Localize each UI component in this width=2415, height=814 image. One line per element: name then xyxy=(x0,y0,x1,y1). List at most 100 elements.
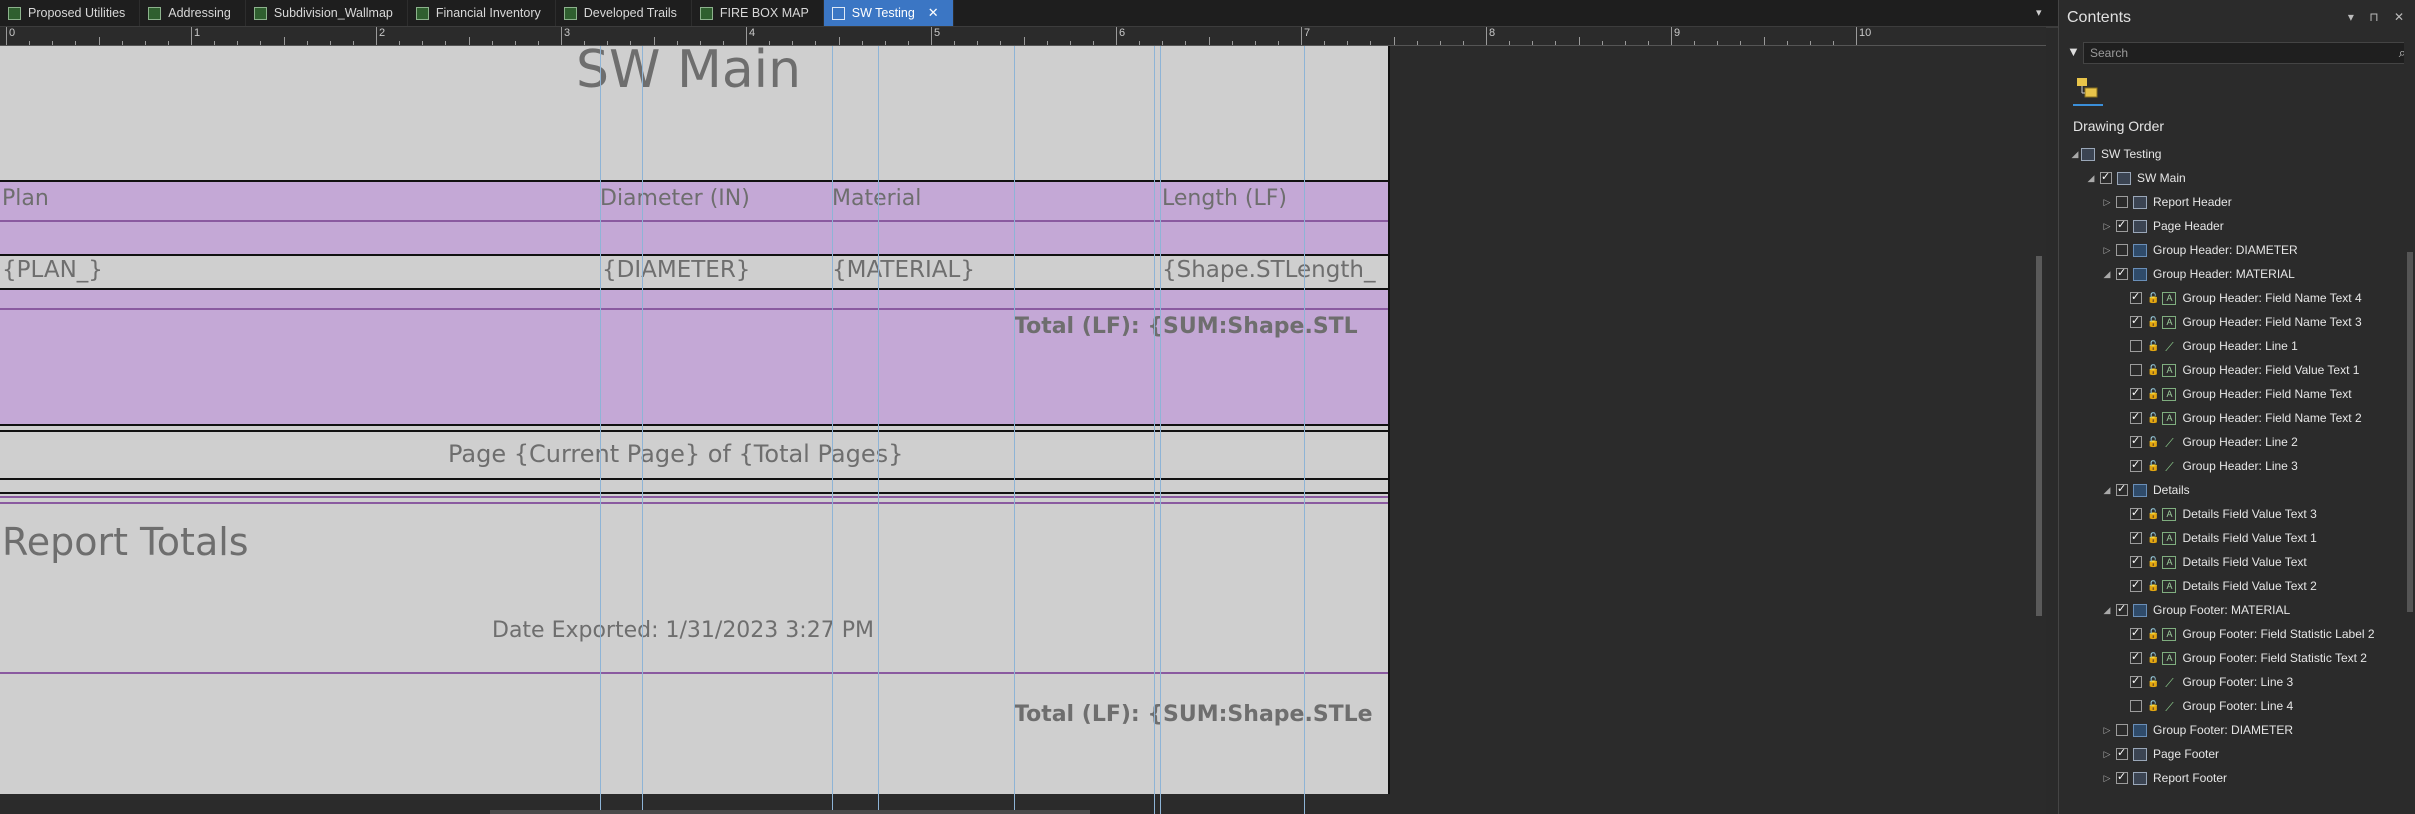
tree-item[interactable]: ▷ Group Header: DIAMETER xyxy=(2101,240,2298,260)
tree-item[interactable]: 🔓A Group Header: Field Name Text 2 xyxy=(2115,408,2362,428)
visibility-checkbox[interactable] xyxy=(2130,434,2142,448)
report-total-statistic[interactable]: Total (LF): {SUM:Shape.STLe xyxy=(1014,702,1373,727)
tab-list-menu-icon[interactable]: ▾ xyxy=(2036,6,2042,19)
tree-item[interactable]: ▷ Report Header xyxy=(2101,192,2232,212)
tab-close-icon[interactable]: ✕ xyxy=(928,5,939,21)
expand-icon[interactable]: ▷ xyxy=(2101,749,2113,760)
lock-icon[interactable]: 🔓 xyxy=(2147,629,2159,640)
lock-icon[interactable]: 🔓 xyxy=(2147,365,2159,376)
tree-item[interactable]: ▷ Group Footer: DIAMETER xyxy=(2101,720,2294,740)
tree-item[interactable]: ▷ Page Footer xyxy=(2101,744,2220,764)
tab-financial-inventory[interactable]: Financial Inventory xyxy=(408,0,556,26)
layout-guide[interactable] xyxy=(1160,46,1161,814)
collapse-icon[interactable]: ◢ xyxy=(2101,605,2113,616)
layout-guide[interactable] xyxy=(600,46,601,814)
scrollbar-thumb[interactable] xyxy=(2407,252,2413,612)
tree-item[interactable]: 🔓 ⟋ Group Footer: Line 4 xyxy=(2115,696,2293,716)
date-exported-text[interactable]: Date Exported: 1/31/2023 3:27 PM xyxy=(492,618,874,643)
field-value-material[interactable]: {MATERIAL} xyxy=(832,257,975,283)
lock-icon[interactable]: 🔓 xyxy=(2147,653,2159,664)
visibility-checkbox[interactable] xyxy=(2130,530,2142,544)
pane-window-controls[interactable]: ▾ ⊓ ✕ xyxy=(2348,10,2410,24)
lock-icon[interactable]: 🔓 xyxy=(2147,413,2159,424)
tree-item[interactable]: ◢ SW Main xyxy=(2085,168,2186,188)
contents-search-input[interactable]: Search xyxy=(2083,42,2405,64)
visibility-checkbox[interactable] xyxy=(2130,650,2142,664)
drawing-order-icon[interactable] xyxy=(2075,76,2101,100)
tree-item[interactable]: ▷ Page Header xyxy=(2101,216,2224,236)
collapse-icon[interactable]: ◢ xyxy=(2069,149,2081,160)
tree-item[interactable]: 🔓 ⟋ Group Header: Line 1 xyxy=(2115,336,2298,356)
visibility-checkbox[interactable] xyxy=(2130,290,2142,304)
visibility-checkbox[interactable] xyxy=(2130,674,2142,688)
visibility-checkbox[interactable] xyxy=(2116,602,2128,616)
visibility-checkbox[interactable] xyxy=(2130,314,2142,328)
tab-fire-box-map[interactable]: FIRE BOX MAP xyxy=(692,0,824,26)
layout-guide[interactable] xyxy=(832,46,833,814)
layout-guide[interactable] xyxy=(1014,46,1015,814)
tree-item[interactable]: 🔓A Details Field Value Text 2 xyxy=(2115,576,2317,596)
column-header-diameter[interactable]: Diameter (IN) xyxy=(600,186,750,211)
lock-icon[interactable]: 🔓 xyxy=(2147,293,2159,304)
lock-icon[interactable]: 🔓 xyxy=(2147,461,2159,472)
lock-icon[interactable]: 🔓 xyxy=(2147,317,2159,328)
report-layout-canvas[interactable]: SW Main Plan Diameter (IN) Material Leng… xyxy=(0,46,2046,814)
lock-icon[interactable]: 🔓 xyxy=(2147,557,2159,568)
tree-item[interactable]: ▷ Report Footer xyxy=(2101,768,2228,788)
expand-icon[interactable]: ▷ xyxy=(2101,197,2113,208)
field-value-plan[interactable]: {PLAN_} xyxy=(2,257,103,283)
vertical-scrollbar[interactable] xyxy=(2036,46,2046,814)
visibility-checkbox[interactable] xyxy=(2116,196,2128,208)
visibility-checkbox[interactable] xyxy=(2130,410,2142,424)
expand-icon[interactable]: ▷ xyxy=(2101,245,2113,256)
visibility-checkbox[interactable] xyxy=(2130,364,2142,376)
expand-icon[interactable]: ▷ xyxy=(2101,725,2113,736)
lock-icon[interactable]: 🔓 xyxy=(2147,581,2159,592)
collapse-icon[interactable]: ◢ xyxy=(2101,485,2113,496)
tree-item[interactable]: ◢ Details xyxy=(2101,480,2190,500)
tab-developed-trails[interactable]: Developed Trails xyxy=(556,0,692,26)
collapse-icon[interactable]: ◢ xyxy=(2085,173,2097,184)
layout-guide[interactable] xyxy=(642,46,643,814)
tree-item[interactable]: 🔓A Details Field Value Text xyxy=(2115,552,2307,572)
field-value-diameter[interactable]: {DIAMETER} xyxy=(602,257,750,283)
tree-item[interactable]: 🔓A Details Field Value Text 3 xyxy=(2115,504,2317,524)
tab-sw-testing[interactable]: SW Testing ✕ xyxy=(823,0,954,26)
tree-item[interactable]: 🔓 ⟋ Group Header: Line 3 xyxy=(2115,456,2298,476)
tree-item[interactable]: 🔓 ⟋ Group Footer: Line 3 xyxy=(2115,672,2293,692)
visibility-checkbox[interactable] xyxy=(2116,724,2128,736)
visibility-checkbox[interactable] xyxy=(2130,340,2142,352)
layout-guide[interactable] xyxy=(1154,46,1155,814)
horizontal-scrollbar[interactable] xyxy=(490,810,1090,814)
tree-item[interactable]: 🔓A Details Field Value Text 1 xyxy=(2115,528,2317,548)
filter-icon[interactable]: ▼ xyxy=(2067,44,2080,59)
lock-icon[interactable]: 🔓 xyxy=(2147,509,2159,520)
visibility-checkbox[interactable] xyxy=(2130,458,2142,472)
visibility-checkbox[interactable] xyxy=(2130,700,2142,712)
tree-item[interactable]: 🔓 ⟋ Group Header: Line 2 xyxy=(2115,432,2298,452)
visibility-checkbox[interactable] xyxy=(2116,770,2128,784)
collapse-icon[interactable]: ◢ xyxy=(2101,269,2113,280)
visibility-checkbox[interactable] xyxy=(2100,170,2112,184)
visibility-checkbox[interactable] xyxy=(2130,506,2142,520)
tree-item[interactable]: ◢ Group Footer: MATERIAL xyxy=(2101,600,2291,620)
tree-item[interactable]: ◢ SW Testing xyxy=(2069,144,2162,164)
visibility-checkbox[interactable] xyxy=(2130,578,2142,592)
report-totals-heading[interactable]: Report Totals xyxy=(2,520,249,564)
report-page[interactable]: SW Main Plan Diameter (IN) Material Leng… xyxy=(0,46,1390,794)
tab-addressing[interactable]: Addressing xyxy=(140,0,246,26)
lock-icon[interactable]: 🔓 xyxy=(2147,389,2159,400)
tree-item[interactable]: 🔓A Group Footer: Field Statistic Text 2 xyxy=(2115,648,2367,668)
tree-item[interactable]: ◢ Group Header: MATERIAL xyxy=(2101,264,2295,284)
page-number-text[interactable]: Page {Current Page} of {Total Pages} xyxy=(448,440,903,468)
visibility-checkbox[interactable] xyxy=(2116,746,2128,760)
lock-icon[interactable]: 🔓 xyxy=(2147,701,2159,712)
visibility-checkbox[interactable] xyxy=(2130,554,2142,568)
column-header-length[interactable]: Length (LF) xyxy=(1162,186,1287,211)
tree-item[interactable]: 🔓A Group Header: Field Name Text 4 xyxy=(2115,288,2362,308)
tab-subdivision-wallmap[interactable]: Subdivision_Wallmap xyxy=(246,0,408,26)
tree-item[interactable]: 🔓A Group Header: Field Name Text 3 xyxy=(2115,312,2362,332)
visibility-checkbox[interactable] xyxy=(2116,266,2128,280)
lock-icon[interactable]: 🔓 xyxy=(2147,677,2159,688)
column-header-plan[interactable]: Plan xyxy=(2,186,49,211)
